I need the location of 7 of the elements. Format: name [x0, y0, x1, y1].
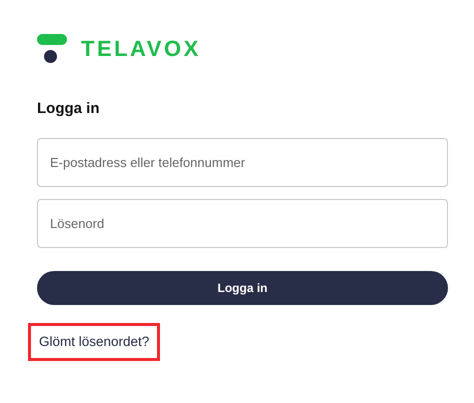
page-heading: Logga in: [37, 99, 100, 119]
forgot-password-link[interactable]: Glömt lösenordet?: [28, 322, 160, 361]
logo-icon: [37, 34, 67, 64]
input-field[interactable]: Lösenord: [37, 198, 448, 248]
logo-wordmark: TELAVOX: [81, 38, 201, 60]
input-field[interactable]: E-postadress eller telefonnummer: [37, 138, 448, 186]
login-button[interactable]: Logga in: [37, 270, 448, 304]
